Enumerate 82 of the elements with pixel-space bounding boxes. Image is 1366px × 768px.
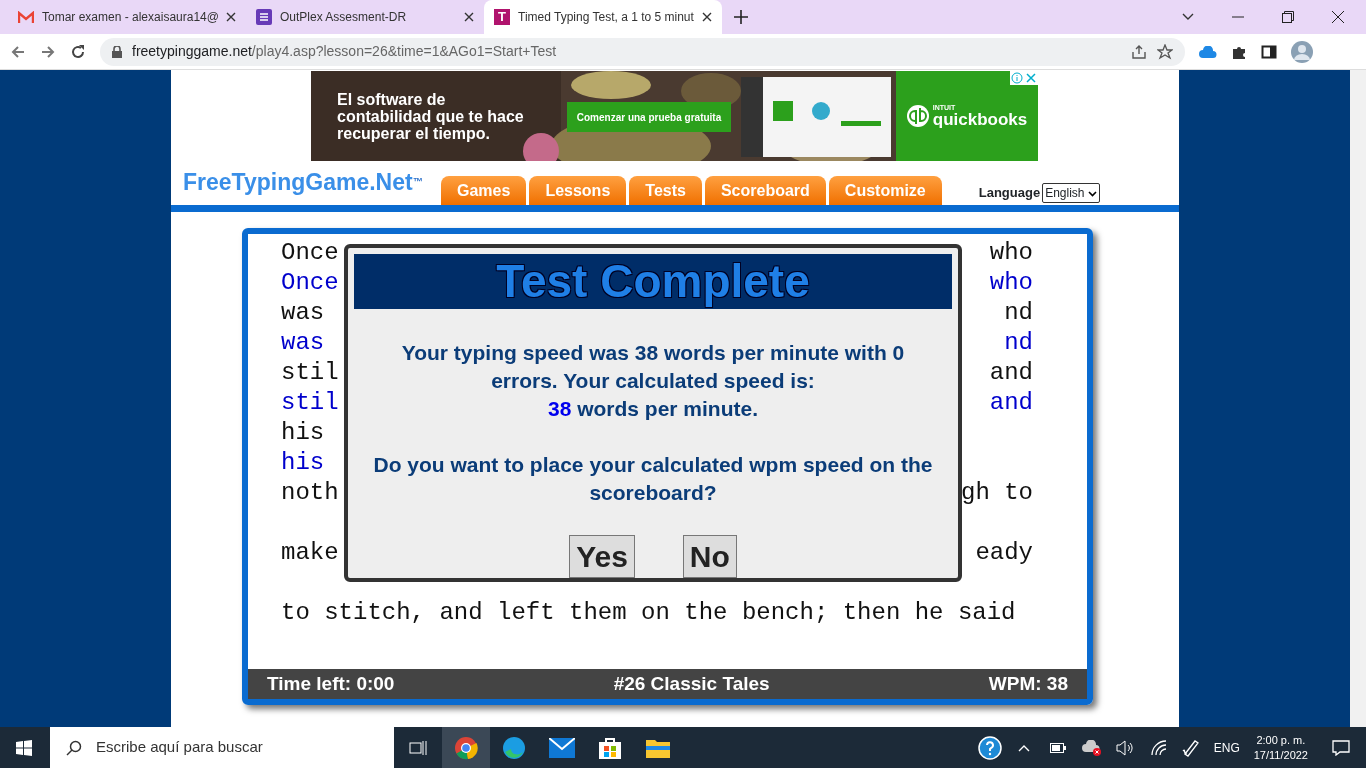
scrollbar[interactable] xyxy=(1350,70,1366,727)
edge-icon[interactable] xyxy=(502,735,526,760)
cloud-icon[interactable] xyxy=(1199,45,1217,58)
form-icon xyxy=(256,9,272,25)
chevron-down-icon[interactable] xyxy=(1182,13,1194,21)
new-tab-icon[interactable] xyxy=(734,10,748,24)
browser-tab[interactable]: Tomar examen - alexaisaura14@ xyxy=(8,0,246,34)
speed-value: 38 xyxy=(547,397,572,420)
quickbooks-logo-icon xyxy=(906,105,929,127)
source-text: who xyxy=(989,238,1033,268)
close-icon[interactable] xyxy=(1332,11,1344,23)
volume-icon[interactable] xyxy=(1115,739,1134,756)
scoreboard-question: Do you want to place your calculated wpm speed on the scoreboard? xyxy=(372,452,934,506)
source-text: stil xyxy=(281,358,339,388)
browser-tab[interactable]: T Timed Typing Test, a 1 to 5 minut xyxy=(484,0,722,34)
close-icon[interactable] xyxy=(226,12,236,22)
input-language[interactable]: ENG xyxy=(1213,738,1240,757)
taskbar-clock[interactable]: 2:00 p. m. 17/11/2022 xyxy=(1253,732,1308,763)
result-message: Your typing speed was 38 words per minute with 0 errors. Your calculated speed is: xyxy=(400,340,906,394)
typed-text: stil xyxy=(281,388,339,418)
store-icon[interactable] xyxy=(599,736,621,759)
source-text: to stitch, and left them on the bench; then he said xyxy=(281,598,1016,628)
chevron-up-icon[interactable] xyxy=(1017,743,1030,752)
star-icon[interactable] xyxy=(1157,43,1173,60)
avatar-icon[interactable] xyxy=(1291,40,1313,63)
source-text: make xyxy=(281,538,339,568)
typed-text: and xyxy=(989,388,1033,418)
source-text: and xyxy=(989,358,1033,388)
chrome-icon[interactable] xyxy=(454,735,478,760)
folder-icon[interactable] xyxy=(646,737,670,758)
search-placeholder: Escribe aquí para buscar xyxy=(96,737,263,758)
dialog-title: Test Complete xyxy=(354,254,952,309)
typed-text: was xyxy=(281,328,325,358)
browser-tab[interactable]: OutPlex Assesment-DR xyxy=(246,0,484,34)
typed-text: who xyxy=(989,268,1033,298)
ad-headline: El software de contabilidad que te hace recuperar el tiempo. xyxy=(337,91,525,142)
yes-button[interactable]: Yes xyxy=(569,535,635,578)
language-label: Language xyxy=(978,184,1041,203)
taskbar-search[interactable]: Escribe aquí para buscar xyxy=(50,727,394,768)
info-icon[interactable] xyxy=(1010,71,1038,85)
lesson-title: #26 Classic Tales xyxy=(613,671,770,696)
url-path: /play4.asp?lesson=26&time=1&AGo1=Start+Test xyxy=(251,43,557,59)
source-text: nd xyxy=(1004,298,1033,328)
search-icon xyxy=(66,739,82,756)
url-host: freetypinggame.net xyxy=(132,43,252,59)
forward-icon[interactable] xyxy=(40,43,56,60)
source-text: eady xyxy=(975,538,1033,568)
cloud-error-icon[interactable] xyxy=(1081,739,1102,756)
favicon: T xyxy=(494,9,510,25)
lock-icon xyxy=(112,45,122,58)
back-icon[interactable] xyxy=(10,43,26,60)
mail-icon xyxy=(18,11,34,23)
caret-icon xyxy=(1087,190,1097,197)
language-select[interactable]: English xyxy=(1042,183,1100,203)
notification-icon[interactable] xyxy=(1332,739,1350,756)
no-button[interactable]: No xyxy=(682,535,737,578)
time-left: Time left: 0:00 xyxy=(267,671,395,696)
wpm-readout: WPM: 38 xyxy=(988,671,1068,696)
reload-icon[interactable] xyxy=(70,43,86,60)
source-text: was xyxy=(281,298,325,328)
share-icon[interactable] xyxy=(1131,43,1147,60)
restore-icon[interactable] xyxy=(1282,11,1294,23)
source-text: gh to xyxy=(961,478,1033,508)
task-view-icon[interactable] xyxy=(409,739,427,756)
mail-icon[interactable] xyxy=(549,737,575,758)
battery-icon[interactable] xyxy=(1049,742,1066,753)
help-icon[interactable] xyxy=(977,735,1002,760)
close-icon[interactable] xyxy=(464,12,474,22)
address-bar[interactable]: freetypinggame.net/play4.asp?lesson=26&time=1&AGo1=Start+Test xyxy=(100,37,1185,66)
typed-text: Once xyxy=(281,268,339,298)
source-text: his xyxy=(281,418,325,448)
site-logo[interactable]: FreeTypingGame.Net$^{™}$ xyxy=(183,164,441,199)
typed-text: nd xyxy=(1004,328,1033,358)
source-text: Once xyxy=(281,238,339,268)
side-panel-icon[interactable] xyxy=(1261,43,1277,60)
wifi-icon[interactable] xyxy=(1149,739,1168,756)
typed-text: his xyxy=(281,448,325,478)
source-text: noth xyxy=(281,478,339,508)
start-icon[interactable] xyxy=(16,739,32,756)
speed-unit: words per minute. xyxy=(577,397,759,420)
close-icon[interactable] xyxy=(702,12,712,22)
brand-name: quickbooks xyxy=(932,111,1028,128)
